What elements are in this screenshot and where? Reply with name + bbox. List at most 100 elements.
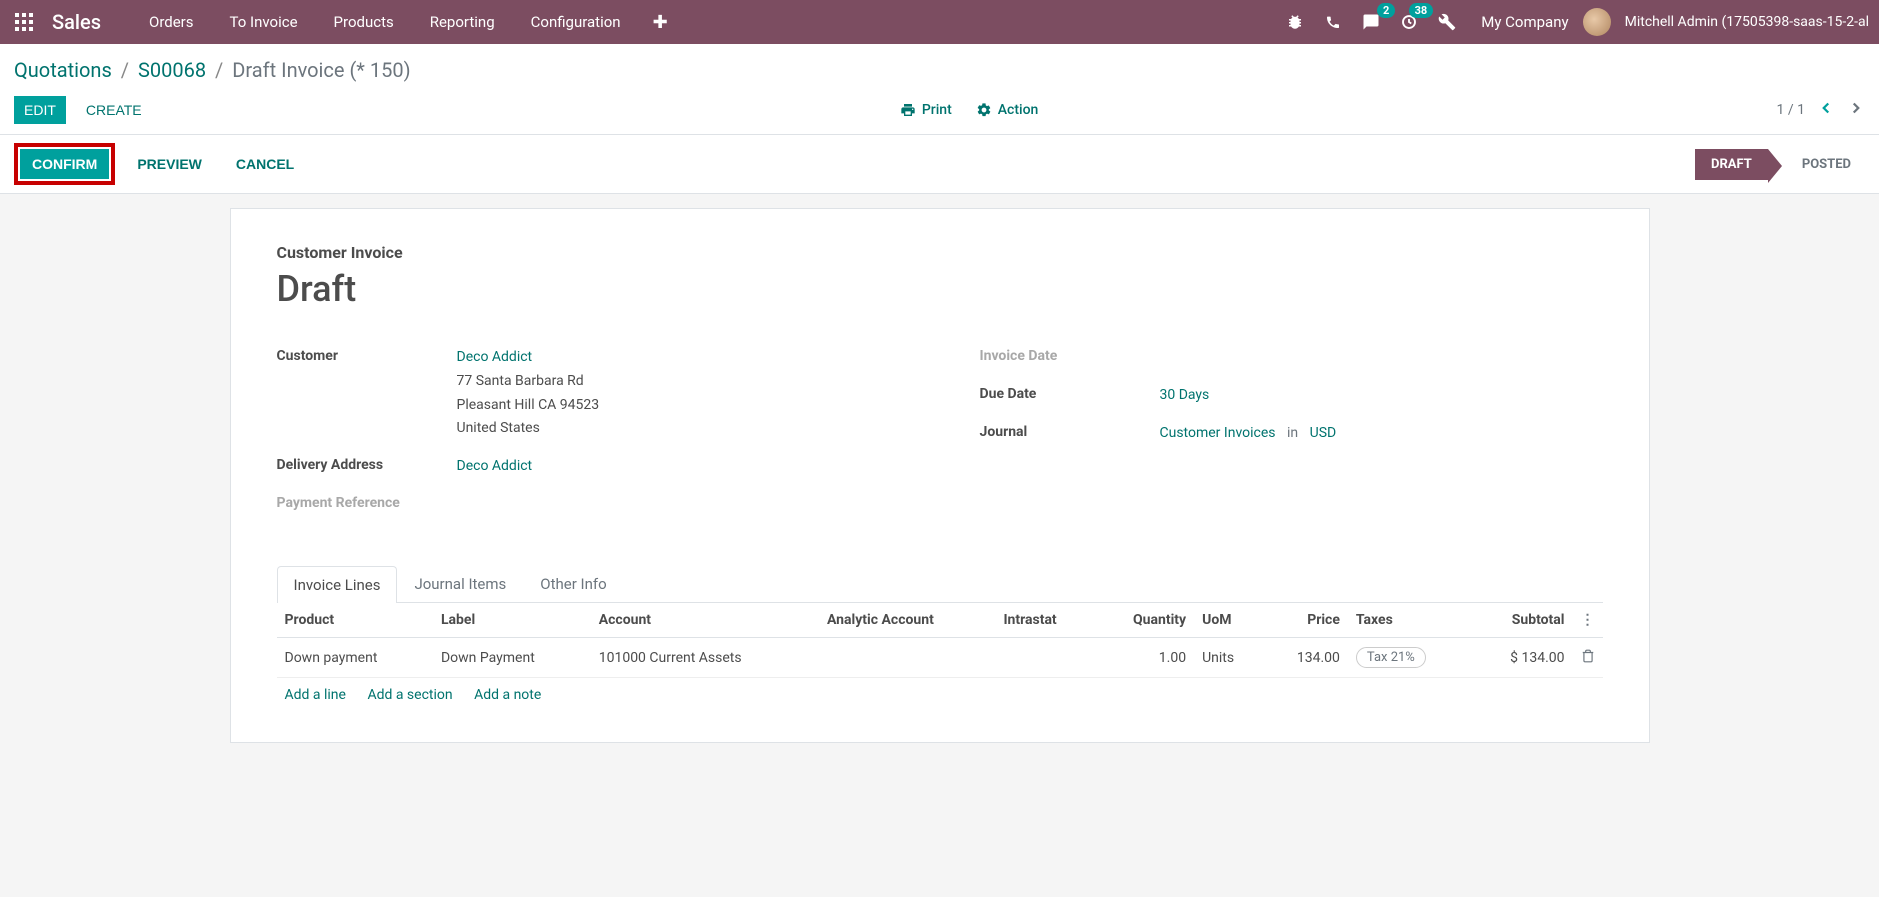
top-nav: Sales Orders To Invoice Products Reporti… xyxy=(0,0,1879,44)
breadcrumb-s00068[interactable]: S00068 xyxy=(138,58,206,82)
th-intrastat[interactable]: Intrastat xyxy=(995,603,1094,638)
action-button[interactable]: Action xyxy=(976,102,1039,118)
nav-right: 2 38 My Company Mitchell Admin (17505398… xyxy=(1283,8,1869,36)
status-draft[interactable]: DRAFT xyxy=(1695,149,1768,180)
nav-link-configuration[interactable]: Configuration xyxy=(513,1,639,43)
currency-link[interactable]: USD xyxy=(1310,425,1337,441)
cell-account[interactable]: 101000 Current Assets xyxy=(591,638,819,678)
bug-icon[interactable] xyxy=(1283,10,1307,34)
action-label: Action xyxy=(998,102,1039,118)
cell-taxes[interactable]: Tax 21% xyxy=(1348,638,1471,678)
avatar[interactable] xyxy=(1583,8,1611,36)
add-section-link[interactable]: Add a section xyxy=(367,687,452,703)
th-subtotal[interactable]: Subtotal xyxy=(1471,603,1572,638)
add-line-link[interactable]: Add a line xyxy=(285,687,346,703)
th-taxes[interactable]: Taxes xyxy=(1348,603,1471,638)
th-product[interactable]: Product xyxy=(277,603,433,638)
kebab-icon[interactable]: ⋮ xyxy=(1581,612,1595,628)
add-note-link[interactable]: Add a note xyxy=(474,687,541,703)
cp-right: 1 / 1 xyxy=(1777,99,1865,121)
trash-icon[interactable] xyxy=(1581,651,1595,667)
pager-next-icon[interactable] xyxy=(1847,99,1865,121)
nav-link-products[interactable]: Products xyxy=(316,1,412,43)
cell-label[interactable]: Down Payment xyxy=(433,638,591,678)
cell-quantity[interactable]: 1.00 xyxy=(1095,638,1194,678)
th-account[interactable]: Account xyxy=(591,603,819,638)
pager-prev-icon[interactable] xyxy=(1817,99,1835,121)
nav-link-to-invoice[interactable]: To Invoice xyxy=(212,1,316,43)
field-invoice-date: Invoice Date xyxy=(980,346,1603,370)
journal-in: in xyxy=(1287,425,1298,441)
pager[interactable]: 1 / 1 xyxy=(1777,102,1805,118)
nav-link-reporting[interactable]: Reporting xyxy=(412,1,513,43)
status-bar: Confirm Preview Cancel DRAFT POSTED xyxy=(0,135,1879,194)
journal-value: Customer Invoices in USD xyxy=(1160,422,1337,446)
th-quantity[interactable]: Quantity xyxy=(1095,603,1194,638)
form-title: Draft xyxy=(277,268,1603,310)
messages-badge: 2 xyxy=(1377,3,1395,18)
due-date-value: 30 Days xyxy=(1160,384,1210,408)
nav-link-orders[interactable]: Orders xyxy=(131,1,212,43)
delivery-link[interactable]: Deco Addict xyxy=(457,458,533,474)
address-line2: Pleasant Hill CA 94523 xyxy=(457,397,600,413)
invoice-date-label: Invoice Date xyxy=(980,346,1160,364)
customer-link[interactable]: Deco Addict xyxy=(457,349,533,365)
cell-delete[interactable] xyxy=(1573,638,1603,678)
print-button[interactable]: Print xyxy=(900,102,952,118)
cp-center: Print Action xyxy=(162,102,1777,118)
customer-value: Deco Addict 77 Santa Barbara Rd Pleasant… xyxy=(457,346,600,441)
form-container: Customer Invoice Draft Customer Deco Add… xyxy=(0,194,1879,757)
form-col-right: Invoice Date Due Date 30 Days Journal Cu… xyxy=(980,346,1603,531)
activities-icon[interactable]: 38 xyxy=(1397,10,1421,34)
add-menu-icon[interactable]: ✚ xyxy=(639,4,682,41)
create-button[interactable]: Create xyxy=(76,96,152,124)
payment-ref-label: Payment Reference xyxy=(277,493,457,511)
breadcrumb-quotations[interactable]: Quotations xyxy=(14,58,112,82)
th-analytic[interactable]: Analytic Account xyxy=(819,603,995,638)
tab-other-info[interactable]: Other Info xyxy=(523,565,623,602)
brand[interactable]: Sales xyxy=(52,10,101,34)
cell-subtotal[interactable]: $ 134.00 xyxy=(1471,638,1572,678)
tax-chip[interactable]: Tax 21% xyxy=(1356,647,1426,668)
cell-product[interactable]: Down payment xyxy=(277,638,433,678)
nav-links: Orders To Invoice Products Reporting Con… xyxy=(131,1,639,43)
cp-row: Edit Create Print Action 1 / 1 xyxy=(14,96,1865,134)
delivery-label: Delivery Address xyxy=(277,455,457,473)
tabs-nav: Invoice Lines Journal Items Other Info xyxy=(277,565,1603,603)
company-label[interactable]: My Company xyxy=(1481,13,1568,31)
apps-icon[interactable] xyxy=(10,8,38,36)
phone-icon[interactable] xyxy=(1321,10,1345,34)
table-actions: Add a line Add a section Add a note xyxy=(277,678,1603,713)
cell-uom[interactable]: Units xyxy=(1194,638,1263,678)
th-price[interactable]: Price xyxy=(1263,603,1348,638)
form-cols: Customer Deco Addict 77 Santa Barbara Rd… xyxy=(277,346,1603,531)
cell-intrastat[interactable] xyxy=(995,638,1094,678)
print-icon xyxy=(900,102,916,118)
th-kebab[interactable]: ⋮ xyxy=(1573,603,1603,638)
messages-icon[interactable]: 2 xyxy=(1359,10,1383,34)
delivery-value: Deco Addict xyxy=(457,455,533,479)
cancel-button[interactable]: Cancel xyxy=(224,149,306,179)
tab-invoice-lines[interactable]: Invoice Lines xyxy=(277,566,398,603)
due-date-link[interactable]: 30 Days xyxy=(1160,387,1210,403)
th-uom[interactable]: UoM xyxy=(1194,603,1263,638)
preview-button[interactable]: Preview xyxy=(125,149,214,179)
activities-badge: 38 xyxy=(1409,3,1434,18)
journal-label: Journal xyxy=(980,422,1160,440)
cell-analytic[interactable] xyxy=(819,638,995,678)
field-journal: Journal Customer Invoices in USD xyxy=(980,422,1603,446)
status-stages: DRAFT POSTED xyxy=(1695,149,1865,180)
tab-journal-items[interactable]: Journal Items xyxy=(397,565,523,602)
table-row[interactable]: Down payment Down Payment 101000 Current… xyxy=(277,638,1603,678)
th-label[interactable]: Label xyxy=(433,603,591,638)
form-sheet: Customer Invoice Draft Customer Deco Add… xyxy=(230,208,1650,743)
edit-button[interactable]: Edit xyxy=(14,96,66,124)
status-posted[interactable]: POSTED xyxy=(1788,149,1865,180)
field-delivery: Delivery Address Deco Addict xyxy=(277,455,900,479)
journal-link[interactable]: Customer Invoices xyxy=(1160,425,1276,441)
confirm-button[interactable]: Confirm xyxy=(20,149,109,179)
user-label[interactable]: Mitchell Admin (17505398-saas-15-2-al xyxy=(1625,14,1869,30)
tools-icon[interactable] xyxy=(1435,10,1459,34)
breadcrumb-sep: / xyxy=(215,58,223,82)
cell-price[interactable]: 134.00 xyxy=(1263,638,1348,678)
